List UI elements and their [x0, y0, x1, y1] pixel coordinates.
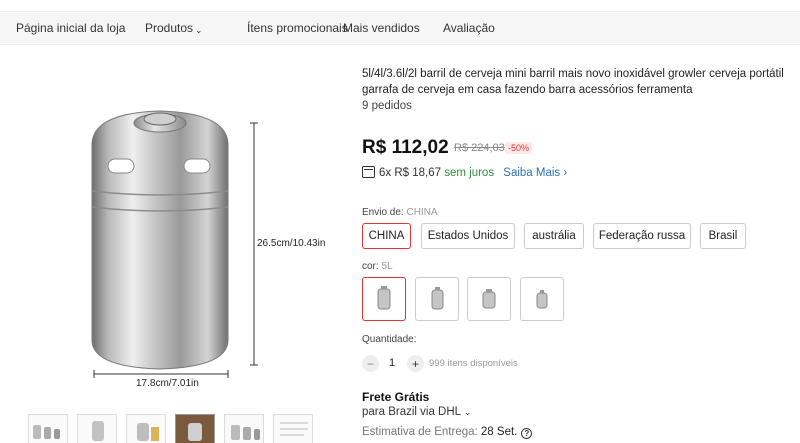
- color-option-3-6l[interactable]: [467, 277, 511, 321]
- nav-promotions[interactable]: Ítens promocionais: [247, 21, 348, 35]
- original-price: R$ 224,03: [454, 142, 505, 154]
- quantity-decrease-button[interactable]: −: [362, 355, 379, 372]
- color-value: 5L: [381, 261, 393, 272]
- quantity-label: Quantidade:: [362, 334, 417, 345]
- installment-amount: 6x R$ 18,67: [379, 167, 442, 179]
- shipping-method-text: para Brazil via DHL: [362, 406, 461, 418]
- quantity-increase-button[interactable]: +: [407, 355, 424, 372]
- ship-from-option-usa[interactable]: Estados Unidos: [421, 223, 515, 249]
- thumbnail[interactable]: [77, 414, 117, 443]
- color-label: cor: 5L: [362, 261, 393, 272]
- stock-available: 999 itens disponíveis: [429, 358, 518, 369]
- store-nav-bar: Página inicial da loja Produtos ⌄ Ítens p…: [0, 11, 800, 45]
- nav-best-sellers[interactable]: Mais vendidos: [343, 21, 420, 35]
- thumbnail[interactable]: [224, 414, 264, 443]
- help-icon[interactable]: ?: [521, 428, 533, 439]
- installment-info: 6x R$ 18,67 sem juros Saiba Mais ›: [362, 166, 567, 179]
- width-dimension-label: 17.8cm/7.01in: [136, 378, 199, 389]
- learn-more-label: Saiba Mais: [503, 167, 561, 179]
- ship-from-label: Envio de: CHINA: [362, 207, 438, 218]
- nav-store-home[interactable]: Página inicial da loja: [16, 21, 125, 35]
- keg-thumbnail: [377, 286, 391, 310]
- nav-products[interactable]: Produtos ⌄: [145, 21, 203, 35]
- ship-from-label-text: Envio de:: [362, 207, 404, 218]
- nav-reviews[interactable]: Avaliação: [443, 21, 495, 35]
- ship-from-option-china[interactable]: CHINA: [362, 223, 411, 249]
- thumbnail[interactable]: [175, 414, 215, 443]
- keg-thumbnail: [536, 290, 548, 309]
- height-dimension-label: 26.5cm/10.43in: [257, 238, 326, 249]
- free-shipping-label: Frete Grátis: [362, 390, 430, 404]
- keg-thumbnail: [431, 287, 444, 310]
- chevron-down-icon: ⌄: [195, 25, 203, 35]
- color-option-4l[interactable]: [415, 277, 459, 321]
- delivery-estimate: Estimativa de Entrega: 28 Set.?: [362, 426, 533, 439]
- thumbnail[interactable]: [28, 414, 68, 443]
- order-count: 9 pedidos: [362, 100, 412, 112]
- ship-from-option-russia[interactable]: Federação russa: [593, 223, 691, 249]
- learn-more-link[interactable]: Saiba Mais ›: [503, 167, 567, 179]
- delivery-estimate-date: 28 Set.: [480, 426, 518, 438]
- ship-from-option-australia[interactable]: austrália: [524, 223, 584, 249]
- current-price: R$ 112,02: [362, 137, 449, 158]
- thumbnail[interactable]: [126, 414, 166, 443]
- ship-from-value: CHINA: [406, 207, 438, 218]
- interest-free-label: sem juros: [444, 167, 495, 179]
- thumbnail[interactable]: [273, 414, 313, 443]
- color-option-5l[interactable]: [362, 277, 406, 321]
- delivery-estimate-label: Estimativa de Entrega:: [362, 426, 478, 438]
- quantity-value[interactable]: 1: [386, 357, 398, 369]
- chevron-right-icon: ›: [563, 167, 568, 179]
- color-label-text: cor:: [362, 261, 379, 272]
- ship-from-option-brazil[interactable]: Brasil: [700, 223, 746, 249]
- calendar-icon: [362, 166, 375, 178]
- color-option-2l[interactable]: [520, 277, 564, 321]
- product-title: 5l/4l/3.6l/2l barril de cerveja mini bar…: [362, 68, 784, 96]
- keg-thumbnail: [482, 289, 496, 309]
- discount-badge: -50%: [505, 142, 533, 154]
- nav-products-label: Produtos: [145, 21, 194, 35]
- shipping-method-selector[interactable]: para Brazil via DHL ⌄: [362, 406, 471, 418]
- chevron-down-icon: ⌄: [463, 407, 472, 417]
